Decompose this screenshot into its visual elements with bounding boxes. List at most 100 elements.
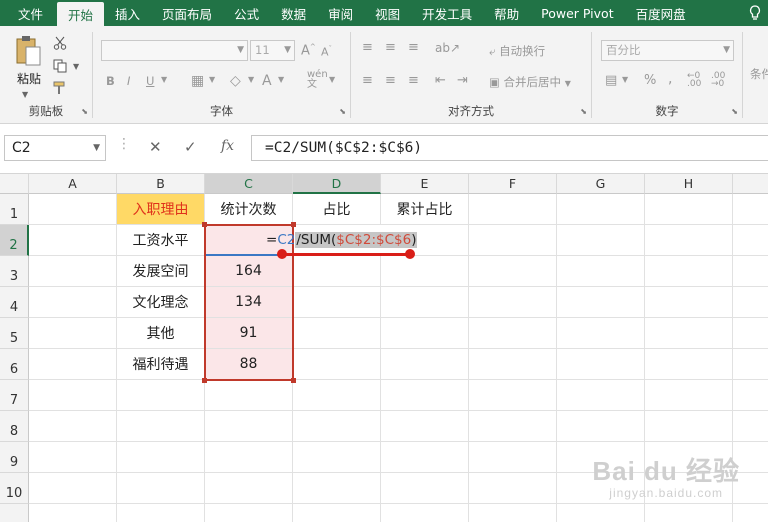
column-header-b[interactable]: B xyxy=(117,174,205,194)
cell-b4[interactable]: 文化理念 xyxy=(117,287,205,318)
decrease-indent-icon[interactable]: ⇤ xyxy=(435,73,446,88)
copy-dropdown-icon[interactable]: ▼ xyxy=(73,60,79,74)
tab-help[interactable]: 帮助 xyxy=(483,0,530,26)
row-header-4[interactable]: 4 xyxy=(0,287,29,318)
paste-icon[interactable] xyxy=(14,34,42,72)
name-box[interactable]: C2 ▼ xyxy=(4,135,106,161)
name-box-dropdown-icon[interactable]: ▼ xyxy=(93,136,100,160)
font-color-icon[interactable]: A xyxy=(262,73,272,89)
tab-home[interactable]: 开始 xyxy=(57,2,105,26)
shrink-font-icon[interactable]: Aˇ xyxy=(321,45,332,59)
tab-file[interactable]: 文件 xyxy=(0,0,57,26)
comma-style-icon[interactable]: , xyxy=(668,71,672,87)
underline-icon[interactable]: U xyxy=(146,74,154,88)
tab-developer[interactable]: 开发工具 xyxy=(411,0,483,26)
tab-review[interactable]: 审阅 xyxy=(317,0,364,26)
paste-label[interactable]: 粘贴 xyxy=(17,70,41,87)
fill-color-icon[interactable]: ◇ xyxy=(230,73,241,89)
cell-c3[interactable]: 164 xyxy=(205,256,293,287)
cell-b6[interactable]: 福利待遇 xyxy=(117,349,205,380)
cell-e1[interactable]: 累计占比 xyxy=(381,194,469,225)
number-format-select[interactable]: 百分比 ▼ xyxy=(601,40,734,61)
row-header-1[interactable]: 1 xyxy=(0,194,29,225)
lightbulb-icon[interactable] xyxy=(742,0,768,26)
tab-page-layout[interactable]: 页面布局 xyxy=(151,0,223,26)
border-icon[interactable]: ▦ xyxy=(191,73,204,89)
column-header-g[interactable]: G xyxy=(557,174,645,194)
range-handle-top-right[interactable] xyxy=(291,222,296,227)
tab-formulas[interactable]: 公式 xyxy=(223,0,270,26)
orientation-icon[interactable]: ab↗ xyxy=(435,41,460,55)
tab-insert[interactable]: 插入 xyxy=(104,0,151,26)
align-center-icon[interactable]: ≡ xyxy=(385,73,396,88)
range-handle-bottom-left[interactable] xyxy=(202,378,207,383)
fill-dropdown-icon[interactable]: ▼ xyxy=(248,75,254,84)
column-header-d[interactable]: D xyxy=(293,174,381,194)
row-header-5[interactable]: 5 xyxy=(0,318,29,349)
font-name-select[interactable]: ▼ xyxy=(101,40,248,61)
range-handle-bottom-right[interactable] xyxy=(291,378,296,383)
percent-style-icon[interactable]: % xyxy=(644,73,656,88)
tab-data[interactable]: 数据 xyxy=(270,0,317,26)
clipboard-launcher-icon[interactable]: ⬊ xyxy=(81,107,88,116)
column-header-a[interactable]: A xyxy=(29,174,117,194)
wrap-text-button[interactable]: ⤶ 自动换行 xyxy=(489,43,545,59)
cell-c1[interactable]: 统计次数 xyxy=(205,194,293,225)
cell-c6[interactable]: 88 xyxy=(205,349,293,380)
underline-dropdown-icon[interactable]: ▼ xyxy=(161,75,167,84)
column-header-c[interactable]: C xyxy=(205,174,293,194)
italic-icon[interactable]: I xyxy=(127,74,130,88)
font-color-dropdown-icon[interactable]: ▼ xyxy=(278,75,284,84)
alignment-launcher-icon[interactable]: ⬊ xyxy=(580,107,587,116)
row-header-2[interactable]: 2 xyxy=(0,225,29,256)
cell-c4[interactable]: 134 xyxy=(205,287,293,318)
cell-b5[interactable]: 其他 xyxy=(117,318,205,349)
align-left-icon[interactable]: ≡ xyxy=(362,73,373,88)
copy-icon[interactable] xyxy=(53,59,67,77)
cell-f1[interactable] xyxy=(469,194,557,225)
row-header-6[interactable]: 6 xyxy=(0,349,29,380)
accounting-format-icon[interactable]: ▤ xyxy=(605,73,617,88)
phonetic-dropdown-icon[interactable]: ▼ xyxy=(329,75,335,84)
cancel-icon[interactable]: ✕ xyxy=(149,138,162,156)
column-header-f[interactable]: F xyxy=(469,174,557,194)
bold-icon[interactable]: B xyxy=(106,74,115,88)
insert-function-icon[interactable]: fx xyxy=(221,138,234,154)
cell-a1[interactable] xyxy=(29,194,117,225)
number-launcher-icon[interactable]: ⬊ xyxy=(731,107,738,116)
tab-baidu-netdisk[interactable]: 百度网盘 xyxy=(625,0,697,26)
formula-input[interactable]: =C2/SUM($C$2:$C$6) xyxy=(251,135,768,161)
cell-i1[interactable] xyxy=(733,194,768,225)
format-painter-icon[interactable] xyxy=(53,81,67,99)
align-bottom-icon[interactable]: ≡ xyxy=(408,40,419,55)
row-header-11[interactable] xyxy=(0,504,29,522)
cell-g1[interactable] xyxy=(557,194,645,225)
cell-c5[interactable]: 91 xyxy=(205,318,293,349)
row-header-10[interactable]: 10 xyxy=(0,473,29,504)
column-header-i[interactable] xyxy=(733,174,768,194)
row-header-7[interactable]: 7 xyxy=(0,380,29,411)
decrease-decimal-icon[interactable]: .00 →0 xyxy=(711,72,725,89)
cell-b2[interactable]: 工资水平 xyxy=(117,225,205,256)
conditional-format-label[interactable]: 条件 xyxy=(750,66,768,82)
cell-b1[interactable]: 入职理由 xyxy=(117,194,205,225)
cell-h1[interactable] xyxy=(645,194,733,225)
paste-dropdown-icon[interactable]: ▼ xyxy=(22,88,28,102)
column-header-e[interactable]: E xyxy=(381,174,469,194)
accounting-dropdown-icon[interactable]: ▼ xyxy=(622,75,628,84)
range-handle-top-left[interactable] xyxy=(202,222,207,227)
font-launcher-icon[interactable]: ⬊ xyxy=(339,107,346,116)
cell-b3[interactable]: 发展空间 xyxy=(117,256,205,287)
align-right-icon[interactable]: ≡ xyxy=(408,73,419,88)
row-header-3[interactable]: 3 xyxy=(0,256,29,287)
phonetic-icon[interactable]: wén 文 xyxy=(307,70,328,90)
grow-font-icon[interactable]: A^ xyxy=(301,43,316,58)
cell-d1[interactable]: 占比 xyxy=(293,194,381,225)
increase-decimal-icon[interactable]: ←0.00 xyxy=(687,72,701,89)
row-header-8[interactable]: 8 xyxy=(0,411,29,442)
merge-center-button[interactable]: ▣ 合并后居中 ▼ xyxy=(489,74,571,90)
align-top-icon[interactable]: ≡ xyxy=(362,40,373,55)
formula-bar-grip-icon[interactable]: ⋮ xyxy=(117,136,131,152)
column-header-h[interactable]: H xyxy=(645,174,733,194)
select-all-corner[interactable] xyxy=(0,174,29,194)
